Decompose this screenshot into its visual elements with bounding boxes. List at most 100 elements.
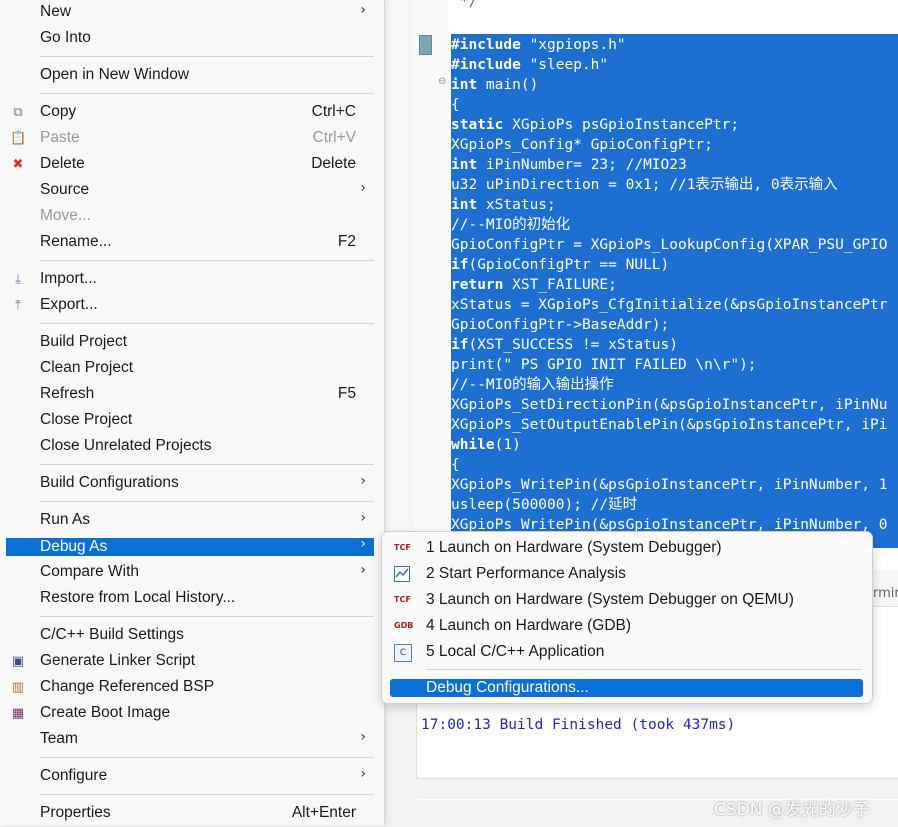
menu-item-rename[interactable]: Rename... F2 bbox=[6, 230, 374, 256]
submenu-item-1-launch-on-hardware-system-debugger[interactable]: TCF 1 Launch on Hardware (System Debugger… bbox=[390, 536, 863, 562]
submenu-item-debug-configurations[interactable]: Debug Configurations... bbox=[390, 679, 863, 697]
code-line[interactable]: XGpioPs_SetOutputEnablePin(&psGpioInstan… bbox=[451, 415, 888, 435]
code-line[interactable]: return XST_FAILURE; bbox=[451, 275, 617, 295]
submenu-item-label: Debug Configurations... bbox=[426, 679, 589, 696]
code-line[interactable]: //--MIO的输入输出操作 bbox=[451, 375, 614, 395]
menu-item-compare-with[interactable]: Compare With › bbox=[6, 560, 374, 586]
submenu-item-label: 3 Launch on Hardware (System Debugger on… bbox=[426, 591, 794, 608]
submenu-item-2-start-performance-analysis[interactable]: 2 Start Performance Analysis bbox=[390, 562, 863, 588]
chevron-right-icon: › bbox=[360, 536, 366, 552]
debug-as-submenu: TCF 1 Launch on Hardware (System Debugger… bbox=[381, 531, 873, 704]
menu-item-label: Open in New Window bbox=[40, 66, 190, 83]
menu-item-label: Source bbox=[40, 181, 90, 198]
menu-item-build-project[interactable]: Build Project bbox=[6, 330, 374, 356]
menu-item-run-as[interactable]: Run As › bbox=[6, 508, 374, 534]
menu-item-build-configurations[interactable]: Build Configurations › bbox=[6, 471, 374, 497]
menu-item-team[interactable]: Team › bbox=[6, 727, 374, 753]
chevron-right-icon: › bbox=[360, 2, 366, 18]
menu-item-new[interactable]: New › bbox=[6, 0, 374, 26]
export-icon: ⤒ bbox=[15, 298, 21, 313]
submenu-item-5-local-c-c-application[interactable]: C 5 Local C/C++ Application bbox=[390, 640, 863, 666]
code-keyword: #include bbox=[451, 37, 521, 53]
code-line[interactable]: int xStatus; bbox=[451, 195, 556, 215]
menu-item-open-in-new-window[interactable]: Open in New Window bbox=[6, 63, 374, 89]
code-line[interactable]: { bbox=[451, 95, 460, 115]
menu-item-label: Close Project bbox=[40, 411, 133, 428]
code-line[interactable]: print(" PS GPIO INIT FAILED \n\r"); bbox=[451, 355, 757, 375]
code-line[interactable]: int main() bbox=[451, 75, 539, 95]
code-line[interactable]: GpioConfigPtr = XGpioPs_LookupConfig(XPA… bbox=[451, 235, 888, 255]
code-text: iPinNumber= 23; //MIO23 bbox=[477, 157, 687, 173]
code-line[interactable]: //--MIO的初始化 bbox=[451, 215, 571, 235]
menu-item-close-project[interactable]: Close Project bbox=[6, 408, 374, 434]
menu-item-generate-linker-script[interactable]: ▣ Generate Linker Script bbox=[6, 649, 374, 675]
performance-chart-icon bbox=[394, 566, 410, 582]
code-line[interactable]: { bbox=[451, 455, 460, 475]
menu-item-refresh[interactable]: Refresh F5 bbox=[6, 382, 374, 408]
menu-item-shortcut: Delete bbox=[311, 155, 356, 172]
menu-item-go-into[interactable]: Go Into bbox=[6, 26, 374, 52]
code-text: GpioConfigPtr = XGpioPs_LookupConfig(XPA… bbox=[451, 237, 888, 253]
menu-separator bbox=[40, 794, 374, 795]
code-line[interactable]: XGpioPs_WritePin(&psGpioInstancePtr, iPi… bbox=[451, 475, 888, 495]
menu-item-properties[interactable]: Properties Alt+Enter bbox=[6, 801, 374, 827]
menu-item-export[interactable]: ⤒ Export... bbox=[6, 293, 374, 319]
fold-collapse-icon[interactable]: ⊖ bbox=[438, 76, 446, 87]
menu-item-c-c-build-settings[interactable]: C/C++ Build Settings bbox=[6, 623, 374, 649]
code-text: print(" PS GPIO INIT FAILED \n\r"); bbox=[451, 357, 757, 373]
code-line[interactable]: XGpioPs_SetDirectionPin(&psGpioInstanceP… bbox=[451, 395, 888, 415]
code-line[interactable]: static XGpioPs psGpioInstancePtr; bbox=[451, 115, 740, 135]
menu-separator bbox=[40, 56, 374, 57]
copy-icon: ⧉ bbox=[13, 105, 23, 120]
menu-item-import[interactable]: ⤓ Import... bbox=[6, 267, 374, 293]
code-text: u32 uPinDirection = 0x1; //1表示输出, 0表示输入 bbox=[451, 177, 838, 193]
menu-item-label: Build Project bbox=[40, 333, 128, 350]
menu-item-label: Team bbox=[40, 730, 78, 747]
submenu-item-4-launch-on-hardware-gdb[interactable]: GDB 4 Launch on Hardware (GDB) bbox=[390, 614, 863, 640]
code-text: { bbox=[451, 457, 460, 473]
menu-item-clean-project[interactable]: Clean Project bbox=[6, 356, 374, 382]
menu-item-label: Debug As bbox=[40, 538, 108, 555]
menu-item-restore-from-local-history[interactable]: Restore from Local History... bbox=[6, 586, 374, 612]
menu-item-shortcut: Ctrl+C bbox=[311, 103, 356, 120]
code-keyword: if bbox=[451, 257, 469, 273]
menu-item-debug-as[interactable]: Debug As › bbox=[6, 536, 374, 556]
menu-separator bbox=[40, 260, 374, 261]
delete-icon: ✖ bbox=[12, 157, 24, 172]
code-line[interactable]: #include "sleep.h" bbox=[451, 55, 609, 75]
code-line[interactable]: u32 uPinDirection = 0x1; //1表示输出, 0表示输入 bbox=[451, 175, 838, 195]
chevron-right-icon: › bbox=[360, 180, 366, 196]
menu-item-copy[interactable]: ⧉ Copy Ctrl+C bbox=[6, 100, 374, 126]
context-menu: New › Go Into Open in New Window ⧉ Copy Ctrl+C… bbox=[0, 0, 385, 825]
menu-item-label: Close Unrelated Projects bbox=[40, 437, 212, 454]
menu-item-label: New bbox=[40, 3, 72, 20]
menu-item-change-referenced-bsp[interactable]: ▥ Change Referenced BSP bbox=[6, 675, 374, 701]
console-tab-fragment[interactable]: rmin bbox=[873, 586, 898, 601]
menu-item-label: Refresh bbox=[40, 385, 95, 402]
code-line[interactable]: if(XST_SUCCESS != xStatus) bbox=[451, 335, 678, 355]
submenu-item-3-launch-on-hardware-system-debugger-on-qemu[interactable]: TCF 3 Launch on Hardware (System Debugger… bbox=[390, 588, 863, 614]
code-line[interactable]: xStatus = XGpioPs_CfgInitialize(&psGpioI… bbox=[451, 295, 888, 315]
code-line[interactable]: usleep(500000); //延时 bbox=[451, 495, 638, 515]
code-line[interactable]: while(1) bbox=[451, 435, 521, 455]
menu-item-label: Create Boot Image bbox=[40, 704, 171, 721]
menu-item-delete[interactable]: ✖ Delete Delete bbox=[6, 152, 374, 178]
menu-item-label: Export... bbox=[40, 296, 98, 313]
code-line[interactable]: int iPinNumber= 23; //MIO23 bbox=[451, 155, 687, 175]
code-line[interactable]: GpioConfigPtr->BaseAddr); bbox=[451, 315, 670, 335]
code-text: XGpioPs_Config* GpioConfigPtr; bbox=[451, 137, 713, 153]
menu-item-source[interactable]: Source › bbox=[6, 178, 374, 204]
menu-item-label: Restore from Local History... bbox=[40, 589, 236, 606]
menu-item-close-unrelated-projects[interactable]: Close Unrelated Projects bbox=[6, 434, 374, 460]
menu-item-configure[interactable]: Configure › bbox=[6, 764, 374, 790]
tcf-icon: TCF bbox=[394, 595, 411, 604]
chevron-right-icon: › bbox=[360, 729, 366, 745]
code-line[interactable]: if(GpioConfigPtr == NULL) bbox=[451, 255, 670, 275]
editor-ruler bbox=[384, 0, 415, 570]
code-line[interactable]: XGpioPs_Config* GpioConfigPtr; bbox=[451, 135, 713, 155]
code-line[interactable]: #include "xgpiops.h" bbox=[451, 35, 626, 55]
code-text: (1) bbox=[494, 437, 521, 453]
bsp-icon: ▥ bbox=[11, 680, 25, 695]
menu-item-shortcut: F2 bbox=[337, 233, 356, 250]
menu-item-create-boot-image[interactable]: ▦ Create Boot Image bbox=[6, 701, 374, 727]
